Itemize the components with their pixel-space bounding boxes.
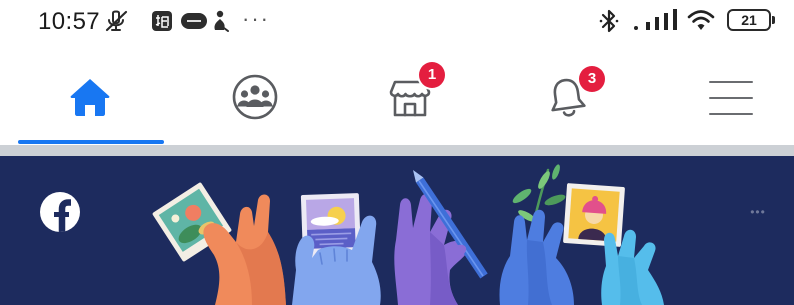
map-app-icon [152, 11, 172, 31]
tab-marketplace[interactable]: 1 [336, 50, 484, 145]
tab-home[interactable] [16, 50, 164, 145]
tab-notifications[interactable]: 3 [493, 50, 641, 145]
tab-menu[interactable] [668, 50, 794, 145]
active-tab-indicator [18, 140, 164, 144]
muted-icon [105, 10, 128, 32]
tab-bar: 1 3 [0, 48, 794, 145]
app-notification-icon [181, 13, 207, 29]
blue-hand [499, 209, 574, 305]
status-bar: 10:57 ··· 21 [0, 0, 794, 48]
battery-icon: 21 [727, 9, 775, 31]
more-options-button[interactable]: ••• [738, 201, 778, 223]
wifi-icon [687, 10, 715, 30]
person-icon [214, 10, 229, 32]
groups-icon [232, 74, 278, 120]
status-time: 10:57 [38, 8, 101, 35]
battery-level: 21 [741, 12, 757, 28]
portrait-photo [563, 183, 625, 247]
notifications-badge: 3 [579, 66, 605, 92]
menu-icon [709, 81, 753, 115]
more-notifications-indicator: ··· [242, 6, 270, 31]
section-divider [0, 145, 794, 156]
facebook-logo-icon [40, 192, 80, 232]
signal-icon [634, 9, 677, 30]
promo-banner: ••• [0, 156, 794, 305]
marketplace-badge: 1 [419, 62, 445, 88]
hands-illustration [152, 164, 664, 305]
tab-groups[interactable] [181, 50, 329, 145]
home-icon [70, 79, 110, 116]
sky-blue-hand [601, 229, 664, 305]
bluetooth-icon [599, 9, 619, 33]
